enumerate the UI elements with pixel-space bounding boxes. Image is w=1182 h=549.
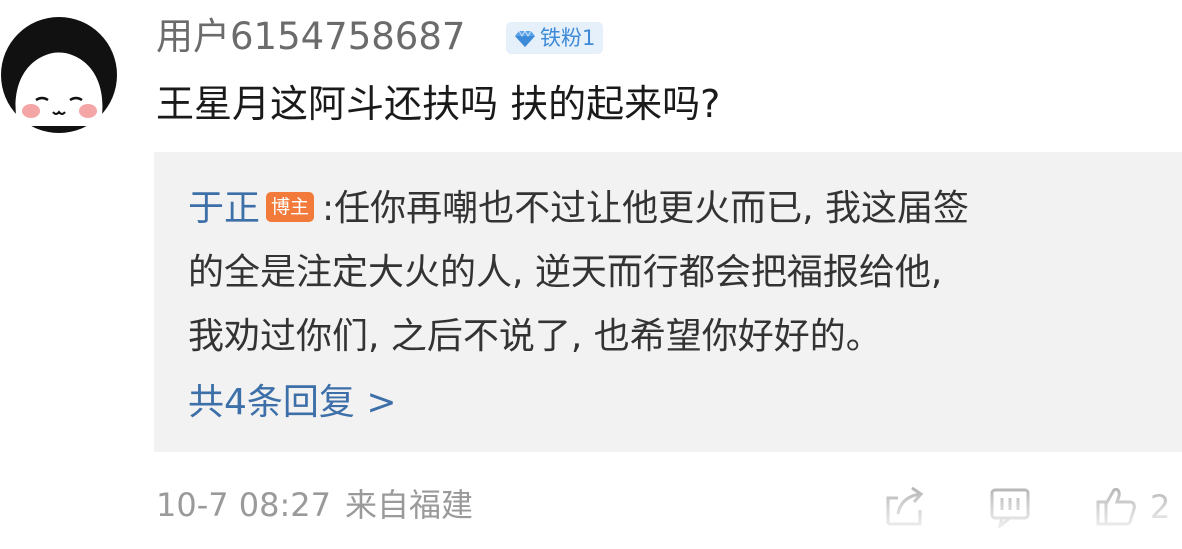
reply-line-1: 于正 博主:任你再嘲也不过让他更火而已, 我这届签 <box>188 186 969 232</box>
comment-icon[interactable] <box>988 484 1032 528</box>
diamond-icon <box>515 30 535 47</box>
comment-meta: 10-7 08:27 来自福建 <box>156 484 473 526</box>
reply-separator: : <box>322 188 335 229</box>
reply-line-2: 的全是注定大火的人, 逆天而行都会把福报给他, <box>188 252 943 293</box>
comment-actions: 2 <box>882 478 1182 542</box>
reply-author[interactable]: 于正 <box>188 188 260 229</box>
comment-text: 王星月这阿斗还扶吗 扶的起来吗? <box>156 82 721 126</box>
username[interactable]: 用户6154758687 <box>156 14 465 60</box>
comment-date: 10-7 08:27 <box>156 486 332 524</box>
reply-preview[interactable]: 于正 博主:任你再嘲也不过让他更火而已, 我这届签 的全是注定大火的人, 逆天而行… <box>154 152 1182 452</box>
like-icon[interactable] <box>1094 484 1138 528</box>
fan-badge[interactable]: 铁粉1 <box>506 22 604 54</box>
avatar-image <box>1 17 117 133</box>
share-icon[interactable] <box>882 484 926 528</box>
reply-text-1: 任你再嘲也不过让他更火而已, 我这届签 <box>334 188 970 229</box>
comment-location: 来自福建 <box>345 486 474 524</box>
reply-line-3: 我劝过你们, 之后不说了, 也希望你好好的。 <box>188 316 882 357</box>
fan-badge-label: 铁粉1 <box>540 26 596 50</box>
blogger-badge: 博主 <box>266 192 315 222</box>
avatar[interactable] <box>0 16 118 134</box>
like-count: 2 <box>1150 488 1171 526</box>
comment-card: 用户6154758687 铁粉1 王星月这阿斗还扶吗 扶的起来吗? 于正 博主:任… <box>0 0 1182 549</box>
more-replies-link[interactable]: 共4条回复 > <box>188 380 397 426</box>
